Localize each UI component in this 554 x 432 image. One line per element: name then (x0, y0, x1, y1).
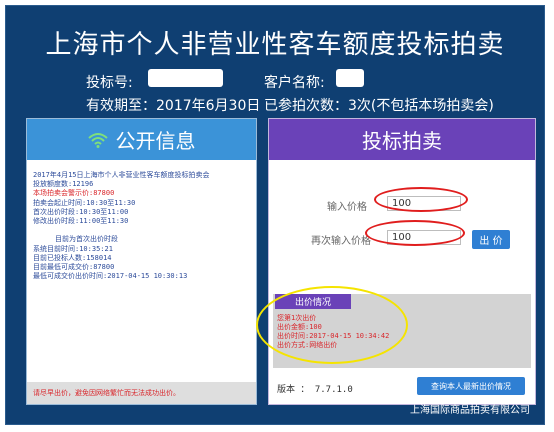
repeat-price-label: 再次输入价格 (311, 236, 371, 247)
auction-window: 上海市个人非营业性客车额度投标拍卖 投标号: 客户名称: 有效期至：2017年6… (5, 5, 545, 425)
notice-line: 最低可成交价出价时间:2017-04-15 10:30:13 (33, 272, 188, 281)
bid-warning: 请尽早出价，避免因网络繁忙而无法成功出价。 (27, 382, 256, 404)
version-text: 版本 ： 7.7.1.0 (277, 385, 353, 395)
notice-line: 修改出价时段:11:00至11:30 (33, 217, 129, 226)
redacted-customer-name (336, 69, 364, 87)
notice-line: 2017年4月15日上海市个人非营业性客车额度投标拍卖会 (33, 171, 210, 179)
customer-name-label: 客户名称: (264, 75, 325, 91)
company-name: 上海国际商品拍卖有限公司 (410, 405, 530, 416)
public-info-title: 公开信息 (115, 129, 196, 153)
valid-until: 有效期至：2017年6月30日 (86, 98, 261, 114)
auction-count: 已参拍次数：3次(不包括本场拍卖会) (264, 98, 494, 114)
notice-line: 目前为首次出价时段 (55, 235, 118, 244)
redacted-bid-number (148, 69, 223, 87)
public-info-panel: 公开信息 2017年4月15日上海市个人非营业性客车额度投标拍卖会 投放额度数:1… (26, 118, 257, 405)
notice-line: 首次出价时段:10:30至11:00 (33, 207, 129, 216)
auction-notice: 2017年4月15日上海市个人非营业性客车额度投标拍卖会 投放额度数:12196 本… (33, 171, 253, 281)
bid-status-highlight (256, 286, 408, 364)
notice-line: 目前最低可成交价:87800 (33, 263, 115, 272)
query-latest-bid-button[interactable]: 查询本人最新出价情况 (417, 377, 525, 395)
notice-line: 系统目前时间:10:35:21 (33, 244, 113, 253)
bid-button[interactable]: 出 价 (472, 230, 510, 249)
notice-line: 本场拍卖会警示价:87800 (33, 189, 115, 198)
repeat-price-highlight (365, 220, 465, 246)
notice-line: 目前已投标人数:158014 (33, 253, 112, 262)
wifi-icon (87, 132, 108, 148)
price-label: 输入价格 (327, 202, 367, 213)
notice-line: 拍卖会起止时间:10:30至11:30 (33, 198, 136, 207)
price-input-highlight (374, 187, 468, 212)
bid-number-label: 投标号: (86, 75, 133, 91)
bidding-header: 投标拍卖 (269, 119, 535, 160)
public-info-header: 公开信息 (27, 119, 256, 160)
page-title: 上海市个人非营业性客车额度投标拍卖 (45, 30, 505, 60)
